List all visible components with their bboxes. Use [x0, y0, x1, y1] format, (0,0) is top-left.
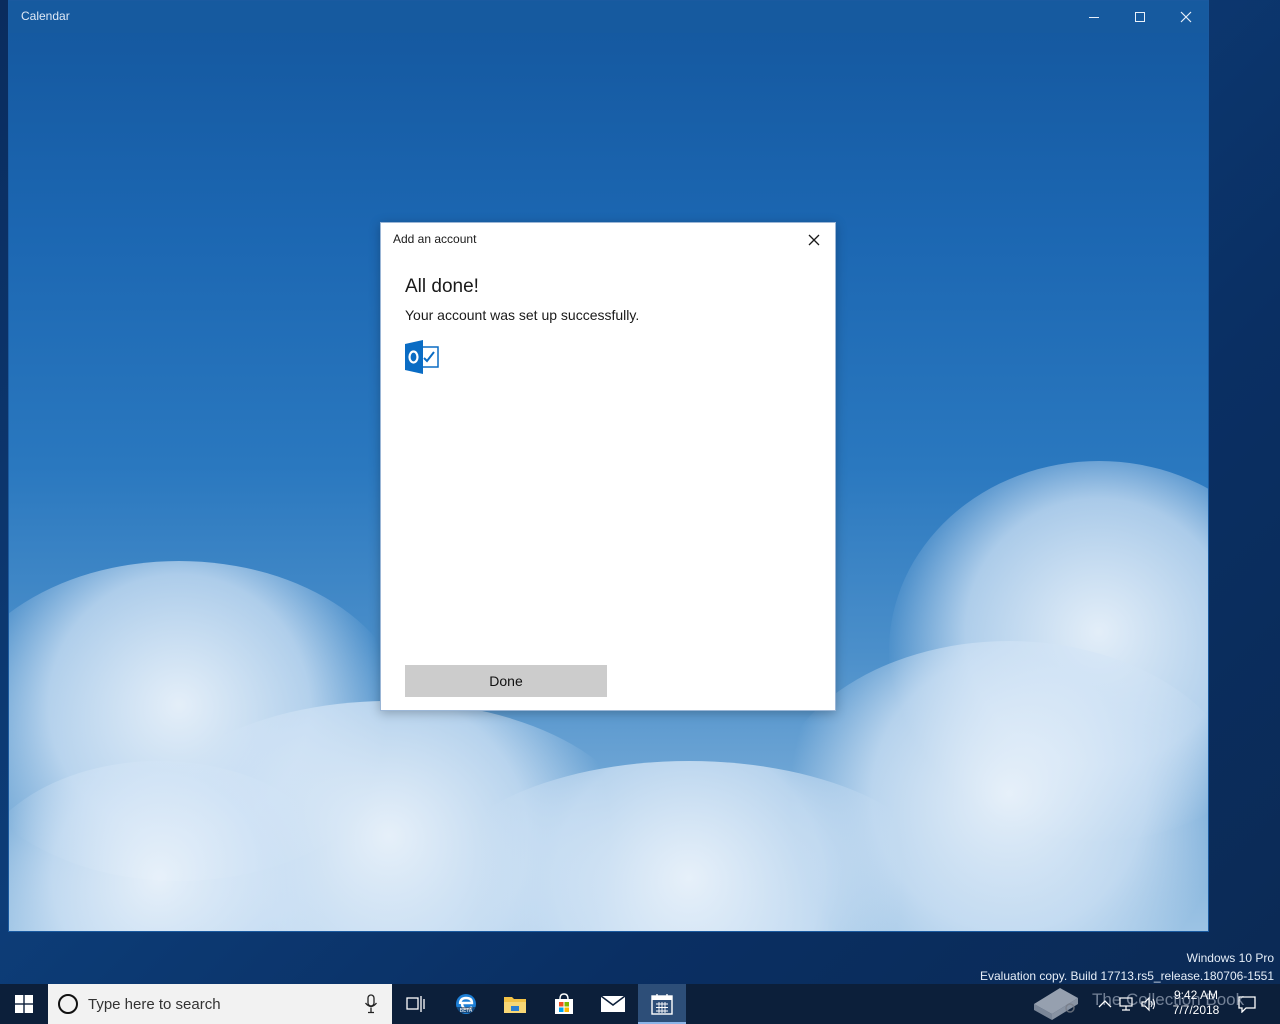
taskbar-app-calendar[interactable]: [638, 984, 686, 1024]
start-button[interactable]: [0, 984, 48, 1024]
taskbar-app-store[interactable]: [540, 984, 588, 1024]
edge-browser-icon: BETA: [456, 994, 476, 1014]
add-account-dialog: Add an account All done! Your account wa…: [380, 222, 836, 711]
chevron-up-icon[interactable]: [1097, 996, 1113, 1012]
window-title: Calendar: [21, 9, 70, 23]
taskbar: Type here to search BETA The Collection …: [0, 984, 1280, 1024]
dialog-heading: All done!: [405, 276, 479, 297]
taskbar-clock[interactable]: 9:42 AM 7/7/2018: [1160, 988, 1232, 1018]
title-bar[interactable]: Calendar: [9, 1, 1208, 33]
taskbar-app-file-explorer[interactable]: [491, 984, 539, 1024]
network-icon[interactable]: [1118, 996, 1134, 1012]
maximize-icon: [1135, 12, 1145, 22]
clock-date: 7/7/2018: [1172, 1003, 1220, 1017]
task-view-button[interactable]: [392, 984, 440, 1024]
watermark-build: Evaluation copy. Build 17713.rs5_release…: [980, 969, 1274, 983]
close-window-button[interactable]: [1163, 1, 1208, 33]
calendar-icon: [651, 994, 673, 1015]
mail-envelope-icon: [600, 995, 626, 1012]
taskbar-app-edge[interactable]: BETA: [442, 984, 490, 1024]
watermark-edition: Windows 10 Pro: [1186, 951, 1274, 965]
clock-time: 9:42 AM: [1173, 988, 1219, 1002]
book-logo-icon: [1034, 988, 1078, 1020]
success-message: Your account was set up successfully.: [405, 307, 640, 323]
action-center-icon[interactable]: [1238, 996, 1256, 1013]
dialog-close-button[interactable]: [801, 227, 827, 253]
volume-icon[interactable]: [1140, 996, 1156, 1012]
cortana-icon: [58, 994, 78, 1014]
minimize-icon: [1089, 16, 1099, 18]
dialog-title: Add an account: [393, 232, 477, 246]
maximize-button[interactable]: [1117, 1, 1163, 33]
store-bag-icon: [555, 993, 573, 1014]
done-button[interactable]: Done: [405, 665, 607, 697]
close-icon: [1180, 11, 1192, 23]
svg-text:BETA: BETA: [460, 1008, 473, 1014]
taskbar-app-mail[interactable]: [589, 984, 637, 1024]
taskbar-search-box[interactable]: Type here to search: [48, 984, 392, 1024]
microphone-icon[interactable]: [364, 994, 378, 1014]
search-placeholder: Type here to search: [88, 996, 221, 1013]
folder-icon: [504, 997, 526, 1013]
outlook-icon: [405, 340, 439, 374]
windows-logo-icon: [15, 995, 33, 1013]
task-view-icon: [406, 996, 425, 1012]
minimize-button[interactable]: [1071, 1, 1117, 33]
close-icon: [808, 234, 820, 246]
